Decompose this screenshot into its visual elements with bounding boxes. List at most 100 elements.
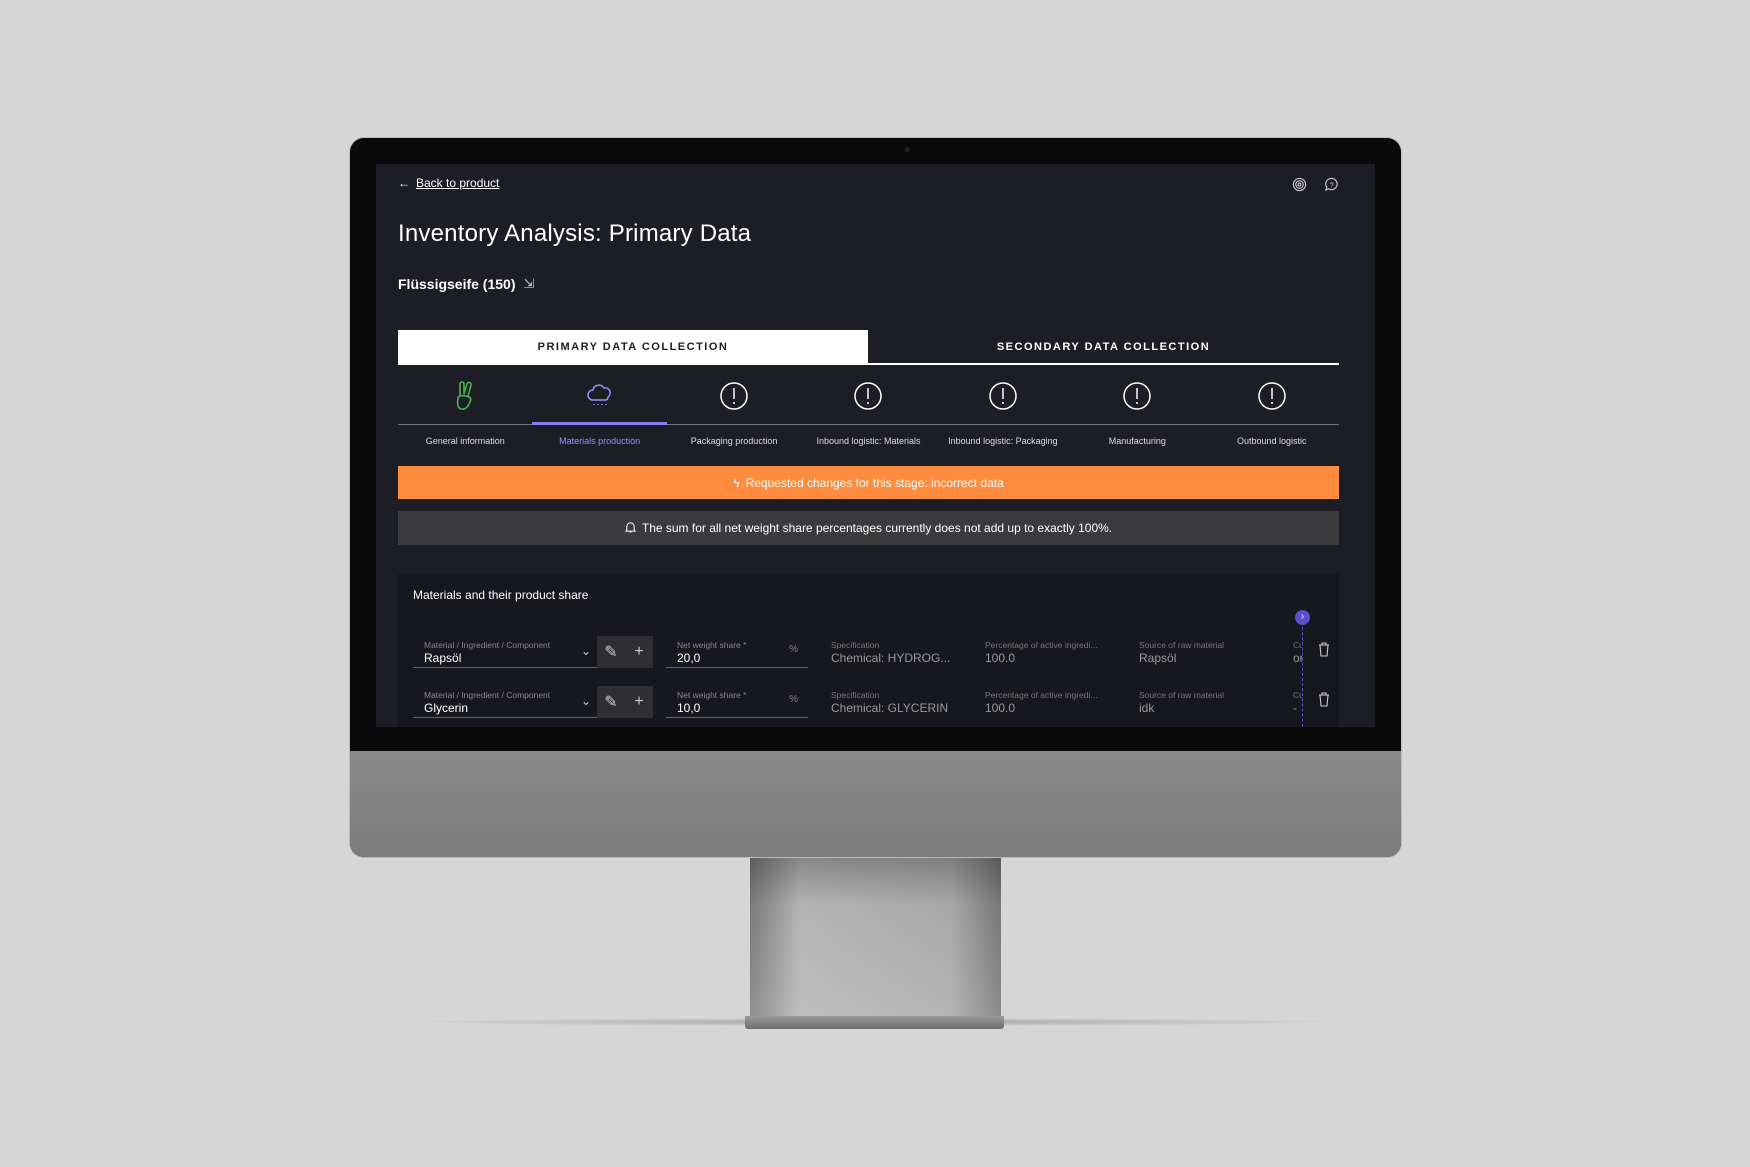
back-to-product-link[interactable]: ← Back to product xyxy=(398,176,499,190)
source-value: Rapsöl xyxy=(1139,651,1177,665)
material-select[interactable]: Material / Ingredient / Component Rapsöl… xyxy=(413,636,597,668)
alert-circle-icon xyxy=(988,381,1018,416)
step-packaging-production[interactable] xyxy=(667,372,801,424)
source-label: Source of raw material xyxy=(1139,640,1225,650)
percent-unit: % xyxy=(789,694,798,705)
source: Source of raw material idk xyxy=(1139,686,1279,718)
step-label[interactable]: Inbound logistic: Materials xyxy=(801,436,935,446)
step-inbound-logistic-materials[interactable] xyxy=(801,372,935,424)
requested-changes-text: Requested changes for this stage: incorr… xyxy=(745,475,1004,490)
net-weight-value: 10,0 xyxy=(677,701,701,715)
tab-primary-data-collection[interactable]: PRIMARY DATA COLLECTION xyxy=(398,330,868,363)
chevron-down-icon: ⌄ xyxy=(580,694,591,708)
plus-icon: + xyxy=(634,693,644,710)
percent-unit: % xyxy=(789,644,798,655)
material-label: Material / Ingredient / Component xyxy=(424,690,551,700)
open-external-icon[interactable]: ⇲ xyxy=(524,276,535,292)
material-value: Glycerin xyxy=(424,701,469,715)
bell-icon xyxy=(624,521,637,536)
monitor-stand xyxy=(750,857,1001,1018)
page-title: Inventory Analysis: Primary Data xyxy=(398,220,752,247)
edit-button[interactable]: ✎ xyxy=(597,686,625,718)
stage-stepper xyxy=(398,372,1339,425)
material-row: Material / Ingredient / Component Rapsöl… xyxy=(398,636,1339,670)
delete-button[interactable] xyxy=(1318,642,1330,662)
alert-circle-icon xyxy=(1122,381,1152,416)
edit-button[interactable]: ✎ xyxy=(597,636,625,668)
step-label[interactable]: General information xyxy=(398,436,532,446)
arrow-left-icon: ← xyxy=(398,176,410,190)
monitor-base xyxy=(745,1016,1004,1029)
cloud-rain-icon xyxy=(585,381,615,416)
material-row: Material / Ingredient / Component Glycer… xyxy=(398,686,1339,720)
step-label[interactable]: Outbound logistic xyxy=(1205,436,1339,446)
pencil-icon: ✎ xyxy=(604,644,618,661)
delete-button[interactable] xyxy=(1318,692,1330,712)
cu-column: Cu or xyxy=(1293,636,1302,668)
add-button[interactable]: + xyxy=(625,636,653,668)
spec-label: Specification xyxy=(831,640,880,650)
pct-active-value: 100.0 xyxy=(985,701,1016,715)
add-button[interactable]: + xyxy=(625,686,653,718)
alert-circle-icon xyxy=(719,381,749,416)
active-ingredient: Percentage of active ingredi... 100.0 xyxy=(985,686,1125,718)
product-name: Flüssigseife (150) ⇲ xyxy=(398,276,534,292)
source-value: idk xyxy=(1139,701,1155,715)
step-inbound-logistic-packaging[interactable] xyxy=(936,372,1070,424)
active-ingredient: Percentage of active ingredi... 100.0 xyxy=(985,636,1125,668)
scroll-right-button[interactable]: › xyxy=(1295,610,1310,625)
target-icon[interactable] xyxy=(1292,177,1307,197)
net-weight-input[interactable]: Net weight share * 20,0 % xyxy=(666,636,808,668)
step-general-information[interactable] xyxy=(398,372,532,424)
collection-tabs: PRIMARY DATA COLLECTION SECONDARY DATA C… xyxy=(398,330,1339,365)
net-weight-label: Net weight share * xyxy=(677,690,747,700)
svg-text:?: ? xyxy=(1330,180,1334,189)
specification: Specification Chemical: HYDROG... xyxy=(831,636,971,668)
monitor-chin xyxy=(350,751,1401,857)
back-label: Back to product xyxy=(416,176,500,190)
source: Source of raw material Rapsöl xyxy=(1139,636,1279,668)
alert-circle-icon xyxy=(1257,381,1287,416)
step-label[interactable]: Packaging production xyxy=(667,436,801,446)
step-label[interactable]: Manufacturing xyxy=(1070,436,1204,446)
spec-value: Chemical: HYDROG... xyxy=(831,651,951,665)
chevron-down-icon: ⌄ xyxy=(580,644,591,658)
trash-icon xyxy=(1319,692,1329,707)
cu-value: - xyxy=(1293,701,1297,715)
specification: Specification Chemical: GLYCERIN xyxy=(831,686,971,718)
plus-icon: + xyxy=(634,643,644,660)
step-manufacturing[interactable] xyxy=(1070,372,1204,424)
net-weight-label: Net weight share * xyxy=(677,640,747,650)
materials-title: Materials and their product share xyxy=(413,588,589,602)
material-label: Material / Ingredient / Component xyxy=(424,640,551,650)
peace-hand-icon xyxy=(452,380,478,417)
cu-label: Cu xyxy=(1293,640,1302,650)
pct-active-label: Percentage of active ingredi... xyxy=(985,690,1098,700)
stage-labels: General information Materials production… xyxy=(398,436,1339,446)
tab-secondary-data-collection[interactable]: SECONDARY DATA COLLECTION xyxy=(868,330,1339,363)
spec-label: Specification xyxy=(831,690,880,700)
trash-icon xyxy=(1319,642,1329,657)
lightning-icon: ϟ xyxy=(733,475,740,490)
sum-warning-text: The sum for all net weight share percent… xyxy=(641,521,1113,535)
pct-active-label: Percentage of active ingredi... xyxy=(985,640,1098,650)
app-screen: ← Back to product ? Inventory Analysis: … xyxy=(376,164,1375,727)
product-label: Flüssigseife (150) xyxy=(398,276,516,292)
help-chat-icon[interactable]: ? xyxy=(1324,177,1339,197)
cu-label: Cu xyxy=(1293,690,1302,700)
step-materials-production[interactable] xyxy=(532,372,668,425)
materials-panel: Materials and their product share › Mate… xyxy=(398,574,1339,727)
step-outbound-logistic[interactable] xyxy=(1205,372,1339,424)
camera xyxy=(905,147,910,152)
step-label[interactable]: Materials production xyxy=(532,436,666,446)
net-weight-input[interactable]: Net weight share * 10,0 % xyxy=(666,686,808,718)
pencil-icon: ✎ xyxy=(604,694,618,711)
step-label[interactable]: Inbound logistic: Packaging xyxy=(936,436,1070,446)
spec-value: Chemical: GLYCERIN xyxy=(831,701,949,715)
pct-active-value: 100.0 xyxy=(985,651,1016,665)
source-label: Source of raw material xyxy=(1139,690,1225,700)
cu-value: or xyxy=(1293,651,1302,665)
requested-changes-banner: ϟ Requested changes for this stage: inco… xyxy=(398,466,1339,499)
material-select[interactable]: Material / Ingredient / Component Glycer… xyxy=(413,686,597,718)
cu-column: Cu - xyxy=(1293,686,1302,718)
